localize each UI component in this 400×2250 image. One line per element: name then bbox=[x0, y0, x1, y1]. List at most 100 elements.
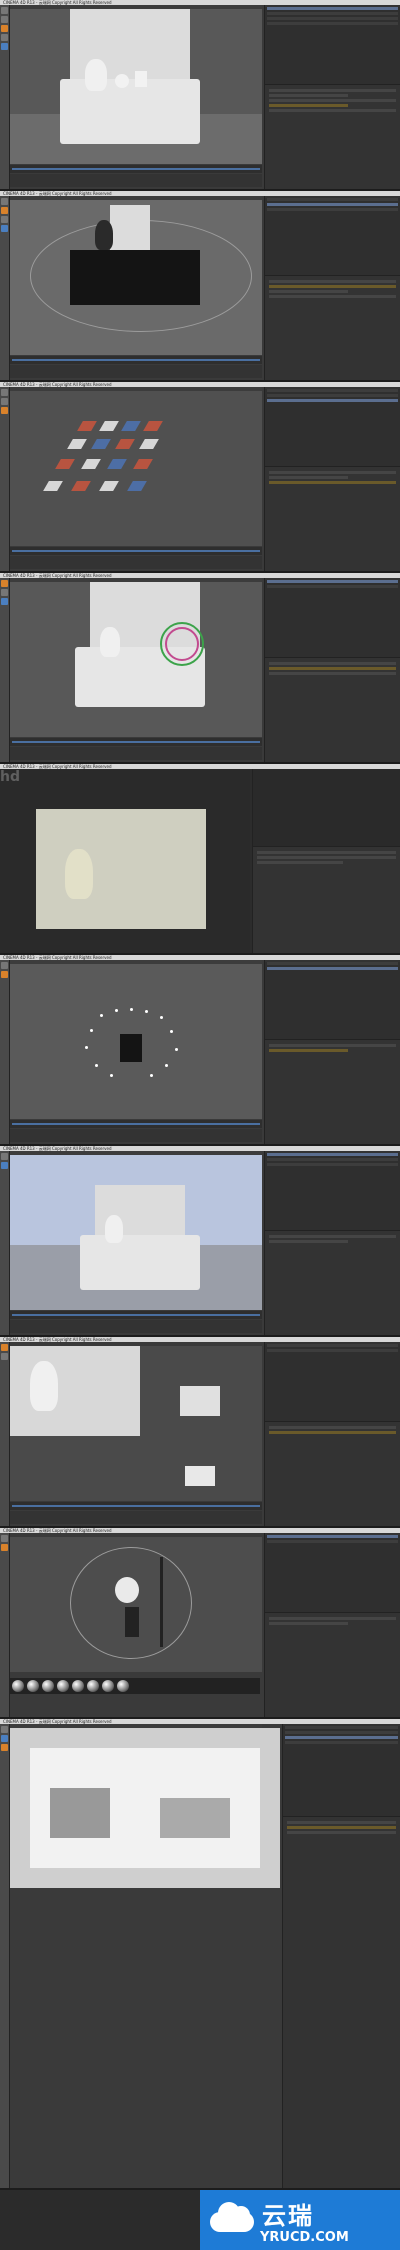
reflector bbox=[115, 1577, 139, 1603]
viewport[interactable] bbox=[10, 391, 262, 546]
attribute-manager[interactable] bbox=[265, 658, 400, 679]
left-toolbar[interactable] bbox=[0, 1533, 10, 1717]
rotate-gizmo-inner[interactable] bbox=[165, 627, 199, 661]
material-manager[interactable] bbox=[10, 747, 262, 760]
timeline[interactable] bbox=[10, 1311, 262, 1319]
material-tile bbox=[71, 481, 91, 491]
tutorial-screenshot-stack: CINEMA 4D R13 - 云瑞网 Copyright All Rights… bbox=[0, 0, 400, 2250]
object-manager[interactable] bbox=[265, 1344, 400, 1423]
object-manager[interactable] bbox=[265, 1153, 400, 1232]
left-toolbar[interactable] bbox=[0, 960, 10, 1144]
picture-viewer[interactable]: hd bbox=[0, 769, 250, 953]
attribute-manager[interactable] bbox=[265, 1040, 400, 1056]
render-image bbox=[36, 809, 206, 929]
screen-still-life-table: CINEMA 4D R13 - 云瑞网 Copyright All Rights… bbox=[0, 0, 400, 191]
viewport[interactable] bbox=[10, 1537, 262, 1672]
screen-sky-scene: CINEMA 4D R13 - 云瑞网 Copyright All Rights… bbox=[0, 1146, 400, 1337]
object-manager[interactable] bbox=[265, 198, 400, 277]
sphere bbox=[115, 74, 129, 88]
viewport[interactable] bbox=[10, 200, 262, 355]
left-toolbar[interactable] bbox=[0, 196, 10, 380]
right-panel bbox=[264, 960, 400, 1144]
right-panel bbox=[264, 196, 400, 380]
viewport[interactable] bbox=[10, 1155, 262, 1310]
timeline[interactable] bbox=[10, 1120, 262, 1128]
right-panel bbox=[252, 769, 400, 953]
render-icon[interactable] bbox=[1, 43, 8, 50]
rotate-tool-icon[interactable] bbox=[1, 25, 8, 32]
dark-table bbox=[70, 250, 200, 305]
right-panel bbox=[282, 1724, 400, 2188]
right-panel bbox=[264, 578, 400, 762]
object-manager[interactable] bbox=[265, 1535, 400, 1614]
attribute-manager[interactable] bbox=[265, 85, 400, 116]
material-manager[interactable] bbox=[10, 174, 262, 187]
object-manager[interactable] bbox=[265, 389, 400, 468]
material-tile bbox=[115, 439, 135, 449]
left-toolbar[interactable] bbox=[0, 5, 10, 189]
object-manager[interactable] bbox=[283, 1726, 400, 1817]
viewport[interactable] bbox=[10, 1346, 262, 1501]
material-tile bbox=[91, 439, 111, 449]
viewport[interactable] bbox=[10, 964, 262, 1119]
object-manager[interactable] bbox=[265, 962, 400, 1041]
material-tile bbox=[139, 439, 159, 449]
timeline[interactable] bbox=[10, 165, 262, 173]
vase bbox=[30, 1361, 58, 1411]
vase bbox=[95, 220, 113, 250]
material-manager[interactable] bbox=[10, 1320, 262, 1333]
move-tool-icon[interactable] bbox=[1, 7, 8, 14]
timeline[interactable] bbox=[10, 547, 262, 555]
attribute-manager[interactable] bbox=[265, 467, 400, 488]
attribute-manager[interactable] bbox=[265, 1231, 400, 1247]
cloud-icon bbox=[210, 2200, 254, 2232]
left-toolbar[interactable] bbox=[0, 1724, 10, 2188]
screen-light-gizmo: CINEMA 4D R13 - 云瑞网 Copyright All Rights… bbox=[0, 573, 400, 764]
timeline[interactable] bbox=[10, 738, 262, 746]
object-manager[interactable] bbox=[265, 7, 400, 86]
table-cloth bbox=[80, 1235, 200, 1290]
scene-object bbox=[120, 1034, 142, 1062]
histogram-panel bbox=[253, 769, 400, 848]
attribute-manager[interactable] bbox=[265, 276, 400, 302]
material-manager[interactable] bbox=[10, 1511, 262, 1524]
object-manager[interactable] bbox=[265, 580, 400, 659]
left-toolbar[interactable] bbox=[0, 1342, 10, 1526]
right-panel bbox=[264, 387, 400, 571]
material-tile bbox=[81, 459, 101, 469]
right-panel bbox=[264, 1342, 400, 1526]
attribute-manager[interactable] bbox=[253, 847, 400, 868]
material-tile bbox=[107, 459, 127, 469]
screen-light-dome: CINEMA 4D R13 - 云瑞网 Copyright All Rights… bbox=[0, 955, 400, 1146]
material-manager[interactable] bbox=[10, 365, 262, 378]
material-manager[interactable] bbox=[10, 556, 262, 569]
screen-studio-light: CINEMA 4D R13 - 云瑞网 Copyright All Rights… bbox=[0, 1528, 400, 1719]
scene-object bbox=[125, 1607, 139, 1637]
viewport[interactable] bbox=[10, 582, 262, 737]
light-orbit bbox=[70, 1547, 192, 1659]
material-tile bbox=[43, 481, 63, 491]
screen-render-view: CINEMA 4D R13 - 云瑞网 Copyright All Rights… bbox=[0, 764, 400, 955]
material-manager[interactable] bbox=[10, 1129, 262, 1142]
material-tile bbox=[67, 439, 87, 449]
left-toolbar[interactable] bbox=[0, 387, 10, 571]
scale-tool-icon[interactable] bbox=[1, 16, 8, 23]
timeline[interactable] bbox=[10, 356, 262, 364]
viewport[interactable] bbox=[10, 1728, 280, 1888]
material-swatches[interactable] bbox=[10, 1678, 260, 1694]
timeline[interactable] bbox=[10, 1502, 262, 1510]
viewport[interactable] bbox=[10, 9, 262, 164]
attribute-manager[interactable] bbox=[265, 1422, 400, 1438]
select-tool-icon[interactable] bbox=[1, 34, 8, 41]
attribute-manager[interactable] bbox=[265, 1613, 400, 1629]
right-panel bbox=[264, 1533, 400, 1717]
furniture bbox=[160, 1798, 230, 1838]
left-toolbar[interactable] bbox=[0, 1151, 10, 1335]
screen-material-tiles: CINEMA 4D R13 - 云瑞网 Copyright All Rights… bbox=[0, 382, 400, 573]
thumbnail-render-2 bbox=[185, 1466, 215, 1486]
attribute-manager[interactable] bbox=[283, 1817, 400, 1838]
right-panel bbox=[264, 5, 400, 189]
screen-render-compare: CINEMA 4D R13 - 云瑞网 Copyright All Rights… bbox=[0, 1337, 400, 1528]
cube bbox=[135, 71, 147, 87]
left-toolbar[interactable] bbox=[0, 578, 10, 762]
